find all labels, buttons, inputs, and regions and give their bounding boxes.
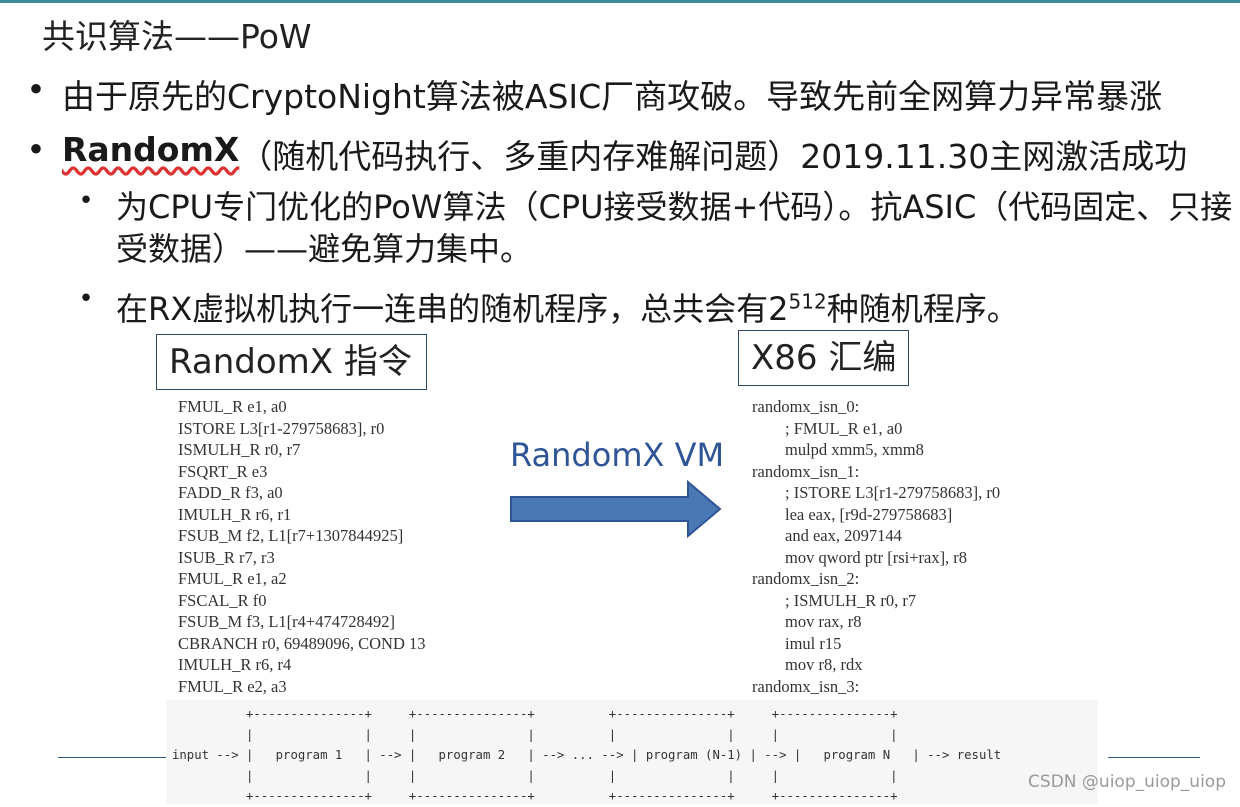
sub-bullet-dot-icon: • xyxy=(78,284,94,314)
x86-assembly-label: X86 汇编 xyxy=(738,330,909,386)
bullet-cryptonight: • 由于原先的CryptoNight算法被ASIC厂商攻破。导致先前全网算力异常… xyxy=(10,70,1162,118)
x86-code-listing: randomx_isn_0: ; FMUL_R e1, a0 mulpd xmm… xyxy=(752,397,1001,696)
exponent: 512 xyxy=(788,289,827,314)
sub-bullet-text-b: 种随机程序。 xyxy=(826,290,1019,328)
bullet-text: （随机代码执行、多重内存难解问题）2019.11.30主网激活成功 xyxy=(239,137,1188,176)
sub-bullet-cpu-optimized: • 为CPU专门优化的PoW算法（CPU接受数据+代码）。抗ASIC（代码固定、… xyxy=(76,186,1240,270)
bullet-dot-icon: • xyxy=(26,70,46,109)
divider-left xyxy=(58,757,166,758)
randomx-vm-label: RandomX VM xyxy=(510,436,725,474)
sub-bullet-text: 在RX虚拟机执行一连串的随机程序，总共会有2512种随机程序。 xyxy=(116,290,1019,328)
bullet-dot-icon: • xyxy=(26,130,46,169)
randomx-instructions-label: RandomX 指令 xyxy=(156,334,427,390)
sub-bullet-random-programs: • 在RX虚拟机执行一连串的随机程序，总共会有2512种随机程序。 xyxy=(76,284,1019,330)
top-accent-rule xyxy=(0,0,1240,3)
divider-right xyxy=(1108,757,1200,758)
bullet-randomx: • RandomX （随机代码执行、多重内存难解问题）2019.11.30主网激… xyxy=(10,130,1187,178)
csdn-watermark: CSDN @uiop_uiop_uiop xyxy=(1028,772,1226,792)
slide-title: 共识算法——PoW xyxy=(42,17,312,56)
right-arrow-icon xyxy=(510,479,722,539)
sub-bullet-dot-icon: • xyxy=(78,186,94,216)
sub-bullet-text: 为CPU专门优化的PoW算法（CPU接受数据+代码）。抗ASIC（代码固定、只接… xyxy=(116,188,1233,268)
randomx-keyword: RandomX xyxy=(62,130,240,169)
bullet-text: 由于原先的CryptoNight算法被ASIC厂商攻破。导致先前全网算力异常暴涨 xyxy=(62,77,1163,116)
randomx-code-listing: FMUL_R e1, a0 ISTORE L3[r1-279758683], r… xyxy=(178,397,426,696)
program-chain-diagram: +---------------+ +---------------+ +---… xyxy=(166,700,1098,804)
sub-bullet-text-a: 在RX虚拟机执行一连串的随机程序，总共会有2 xyxy=(116,290,789,328)
